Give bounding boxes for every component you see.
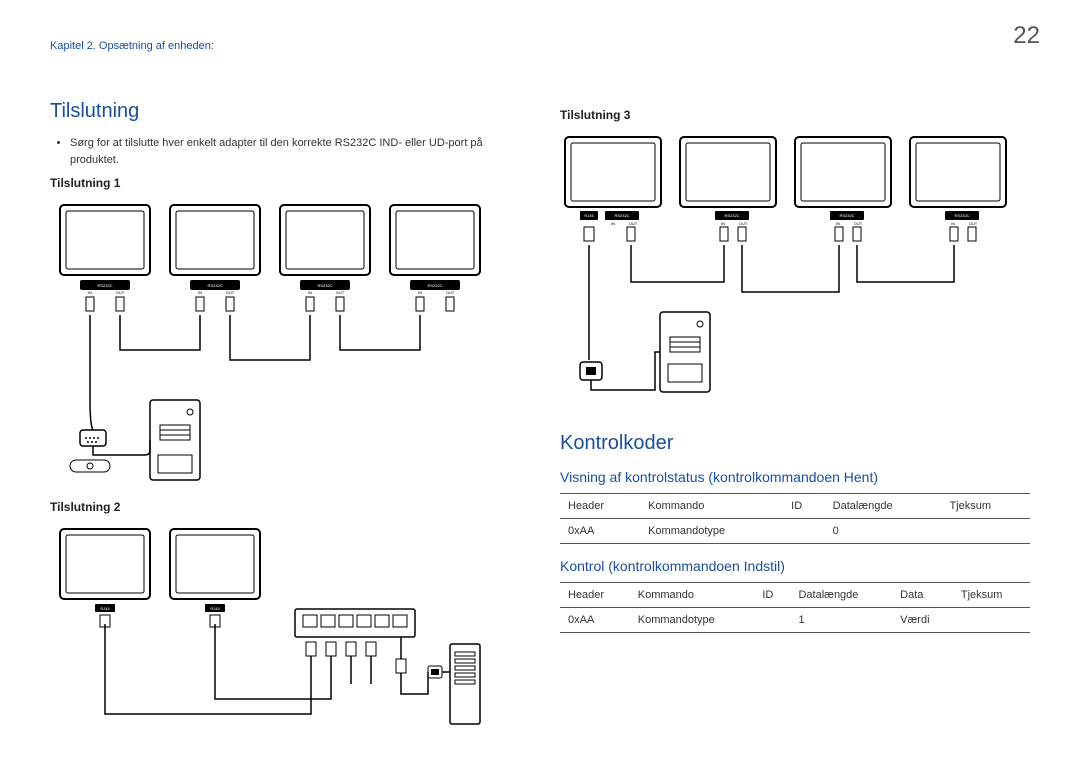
cell: 0 [825, 519, 942, 544]
subheading-tilslutning-2: Tilslutning 2 [50, 500, 510, 514]
cell: 0xAA [560, 608, 630, 633]
cell: Værdi [892, 608, 953, 633]
table-row: Header Kommando ID Datalængde Tjeksum [560, 494, 1030, 519]
cell: Header [560, 583, 630, 608]
table-hent: Header Kommando ID Datalængde Tjeksum 0x… [560, 493, 1030, 544]
label-out: OUT [629, 221, 638, 226]
cell: Tjeksum [941, 494, 1030, 519]
cell: 1 [790, 608, 892, 633]
table-row: Header Kommando ID Datalængde Data Tjeks… [560, 583, 1030, 608]
cell: Datalængde [790, 583, 892, 608]
cell [783, 519, 825, 544]
table-row: 0xAA Kommandotype 0 [560, 519, 1030, 544]
diagram-tilslutning-3: RS232C IN OUT RJ45 RS232C IN OUT [560, 132, 1030, 422]
heading-kontrolkoder: Kontrolkoder [560, 432, 1030, 455]
cell [754, 608, 790, 633]
cell: Tjeksum [953, 583, 1030, 608]
cell: Data [892, 583, 953, 608]
cell: ID [783, 494, 825, 519]
heading-tilslutning: Tilslutning [50, 100, 510, 123]
label-in: IN [611, 221, 615, 226]
subheading-tilslutning-3: Tilslutning 3 [560, 108, 1030, 122]
cell: 0xAA [560, 519, 640, 544]
diagram-tilslutning-1: RS232C IN OUT [50, 200, 510, 490]
table-row: 0xAA Kommandotype 1 Værdi [560, 608, 1030, 633]
page-number: 22 [1013, 22, 1040, 50]
cell [953, 608, 1030, 633]
cell: Kommandotype [630, 608, 755, 633]
cell: Kommando [640, 494, 783, 519]
subheading-table1: Visning af kontrolstatus (kontrolkommand… [560, 469, 1030, 485]
diagram-tilslutning-2: RJ45 [50, 524, 510, 744]
cell: Datalængde [825, 494, 942, 519]
label-rs232c: RS232C [614, 213, 629, 218]
label-rj45: RJ45 [584, 213, 594, 218]
cell: Header [560, 494, 640, 519]
cell: Kommandotype [640, 519, 783, 544]
cell: ID [754, 583, 790, 608]
bullet-note: Sørg for at tilslutte hver enkelt adapte… [70, 135, 510, 168]
table-indstil: Header Kommando ID Datalængde Data Tjeks… [560, 582, 1030, 633]
breadcrumb: Kapitel 2. Opsætning af enheden: [50, 40, 214, 52]
subheading-tilslutning-1: Tilslutning 1 [50, 176, 510, 190]
cell: Kommando [630, 583, 755, 608]
cell [941, 519, 1030, 544]
subheading-table2: Kontrol (kontrolkommandoen Indstil) [560, 558, 1030, 574]
